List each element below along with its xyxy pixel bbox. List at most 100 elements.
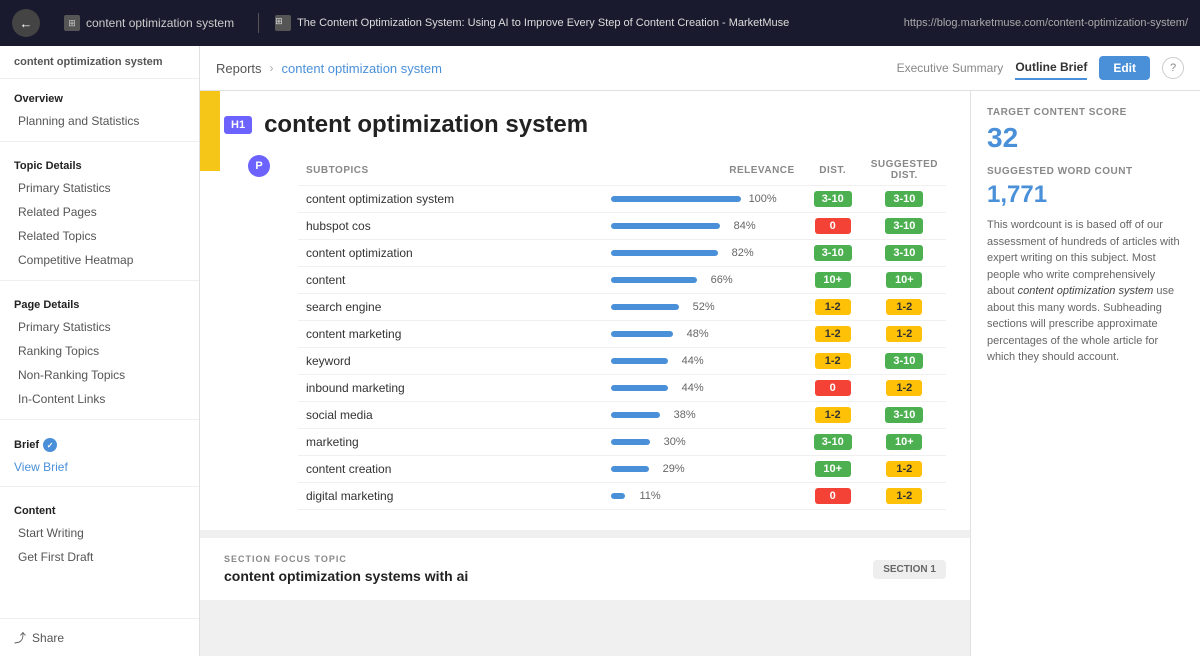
table-row: content creation 29% 10+ 1-2 (298, 456, 946, 483)
col-relevance: RELEVANCE (603, 155, 803, 186)
relevance-cell: 84% (603, 213, 803, 240)
subtopic-name: social media (298, 402, 603, 429)
tab2-title: The Content Optimization System: Using A… (297, 17, 789, 29)
sidebar-item-ranking-topics[interactable]: Ranking Topics (14, 339, 185, 363)
tab-executive[interactable]: Executive Summary (897, 57, 1004, 79)
dist-badge: 10+ (815, 461, 851, 477)
topbar-divider (258, 13, 259, 33)
subtopic-name: marketing (298, 429, 603, 456)
subtopic-name: inbound marketing (298, 375, 603, 402)
suggested-cell: 1-2 (863, 375, 946, 402)
suggested-badge: 1-2 (886, 299, 922, 315)
section-focus-row: SECTION FOCUS TOPIC content optimization… (224, 554, 946, 584)
p-badge: P (248, 155, 270, 177)
suggested-cell: 10+ (863, 267, 946, 294)
dist-cell: 3-10 (803, 429, 863, 456)
suggested-cell: 10+ (863, 429, 946, 456)
sidebar-view-brief[interactable]: View Brief (14, 456, 185, 478)
reports-link[interactable]: Reports (216, 61, 262, 76)
sidebar-item-related-topics[interactable]: Related Topics (14, 224, 185, 248)
relevance-bar (611, 466, 649, 472)
tab-outline[interactable]: Outline Brief (1015, 56, 1087, 80)
relevance-bar (611, 223, 720, 229)
share-label: Share (32, 631, 64, 645)
dist-cell: 10+ (803, 456, 863, 483)
suggested-cell: 3-10 (863, 402, 946, 429)
sidebar-item-primary-stats[interactable]: Primary Statistics (14, 176, 185, 200)
tab1-label: content optimization system (86, 16, 234, 30)
dist-badge: 1-2 (815, 299, 851, 315)
back-button[interactable]: ← (12, 9, 40, 37)
relevance-pct: 100% (747, 193, 777, 205)
sidebar-item-planning[interactable]: Planning and Statistics (14, 109, 185, 133)
doc-inner: H1 content optimization system P SUBTOPI… (200, 91, 970, 530)
relevance-cell: 44% (603, 375, 803, 402)
sidebar-page-header: Page Details (14, 293, 185, 315)
sidebar-item-start-writing[interactable]: Start Writing (14, 521, 185, 545)
section-focus-info: SECTION FOCUS TOPIC content optimization… (224, 554, 468, 584)
dist-cell: 3-10 (803, 240, 863, 267)
help-button[interactable]: ? (1162, 57, 1184, 79)
subtopic-name: content optimization system (298, 186, 603, 213)
relevance-bar (611, 304, 679, 310)
dist-badge: 10+ (815, 272, 851, 288)
dist-cell: 0 (803, 483, 863, 510)
relevance-bar (611, 196, 741, 202)
suggested-badge: 3-10 (885, 191, 923, 207)
sidebar-share[interactable]: ⤴ Share (0, 618, 199, 656)
relevance-cell: 66% (603, 267, 803, 294)
h1-badge: H1 (224, 116, 252, 134)
topbar-url: https://blog.marketmuse.com/content-opti… (904, 17, 1188, 29)
sidebar-divider-4 (0, 486, 199, 487)
suggested-badge: 3-10 (885, 407, 923, 423)
dist-cell: 10+ (803, 267, 863, 294)
subtopic-name: search engine (298, 294, 603, 321)
col-subtopics: SUBTOPICS (298, 155, 603, 186)
section-focus-topic: content optimization systems with ai (224, 568, 468, 584)
suggested-cell: 3-10 (863, 213, 946, 240)
subtopics-table: SUBTOPICS RELEVANCE DIST. SUGGESTED DIST… (298, 155, 946, 510)
section-focus-label: SECTION FOCUS TOPIC (224, 554, 468, 564)
relevance-cell: 30% (603, 429, 803, 456)
tab2[interactable]: ⊞ The Content Optimization System: Using… (275, 15, 888, 31)
tab1-icon: ⊞ (64, 15, 80, 31)
dist-cell: 1-2 (803, 402, 863, 429)
doc-h1-row: H1 content optimization system (224, 111, 946, 139)
sidebar-item-competitive[interactable]: Competitive Heatmap (14, 248, 185, 272)
sidebar-item-page-primary[interactable]: Primary Statistics (14, 315, 185, 339)
relevance-pct: 44% (674, 382, 704, 394)
relevance-cell: 48% (603, 321, 803, 348)
header-bar: Reports › content optimization system Ex… (200, 46, 1200, 91)
table-row: hubspot cos 84% 0 3-10 (298, 213, 946, 240)
sidebar-item-get-draft[interactable]: Get First Draft (14, 545, 185, 569)
sidebar-item-non-ranking[interactable]: Non-Ranking Topics (14, 363, 185, 387)
suggested-cell: 1-2 (863, 483, 946, 510)
sidebar-item-related-pages[interactable]: Related Pages (14, 200, 185, 224)
sidebar-content-header: Content (14, 499, 185, 521)
tab1[interactable]: ⊞ content optimization system (56, 11, 242, 35)
table-row: marketing 30% 3-10 10+ (298, 429, 946, 456)
sidebar-item-in-content[interactable]: In-Content Links (14, 387, 185, 411)
breadcrumb-current: content optimization system (282, 61, 442, 76)
dist-badge: 0 (815, 218, 851, 234)
right-panel: TARGET CONTENT SCORE 32 SUGGESTED WORD C… (970, 91, 1200, 656)
col-dist: DIST. (803, 155, 863, 186)
dist-badge: 3-10 (814, 191, 852, 207)
sidebar-topic-header: Topic Details (14, 154, 185, 176)
relevance-pct: 30% (656, 436, 686, 448)
dist-badge: 1-2 (815, 353, 851, 369)
dist-cell: 1-2 (803, 348, 863, 375)
relevance-cell: 44% (603, 348, 803, 375)
subtopic-name: content (298, 267, 603, 294)
subtopic-name: content creation (298, 456, 603, 483)
table-row: keyword 44% 1-2 3-10 (298, 348, 946, 375)
sidebar-page-section: Page Details Primary Statistics Ranking … (0, 285, 199, 415)
dist-cell: 0 (803, 375, 863, 402)
sidebar-divider-1 (0, 141, 199, 142)
brief-check-icon: ✓ (43, 438, 57, 452)
sidebar-divider-2 (0, 280, 199, 281)
sidebar-overview-header: Overview (14, 87, 185, 109)
tab2-icon: ⊞ (275, 15, 291, 31)
edit-button[interactable]: Edit (1099, 56, 1150, 80)
relevance-cell: 29% (603, 456, 803, 483)
